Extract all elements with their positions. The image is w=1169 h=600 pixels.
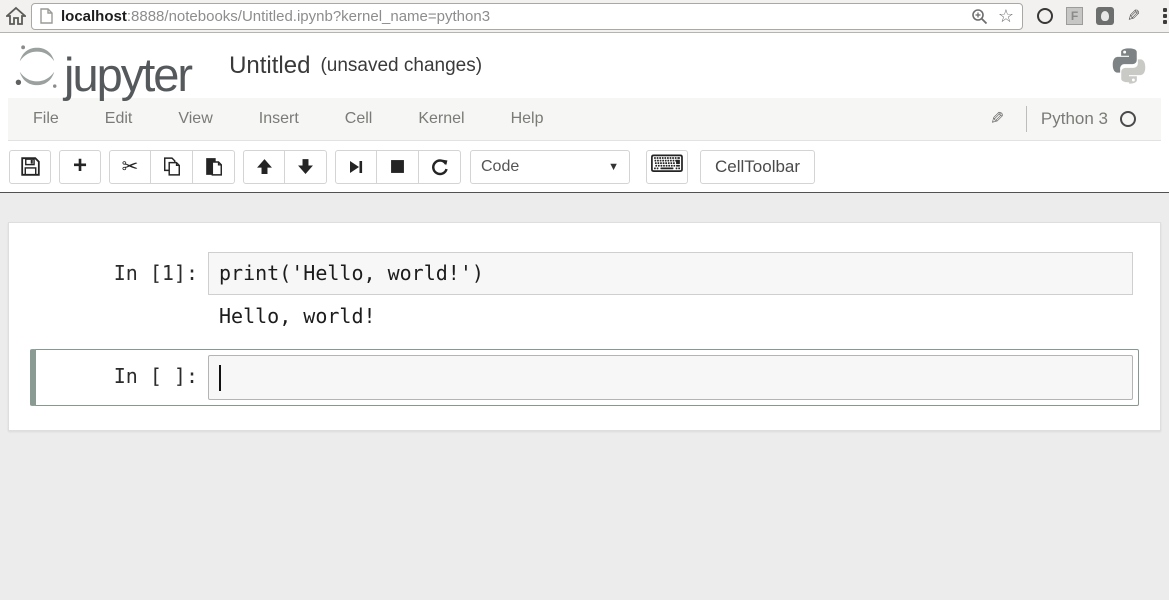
paste-cell-button[interactable]: [193, 150, 235, 184]
cell-type-dropdown[interactable]: Code ▼: [470, 150, 630, 184]
extension-circle-icon[interactable]: [1037, 8, 1053, 24]
cut-cell-button[interactable]: ✂: [109, 150, 151, 184]
menu-view[interactable]: View: [178, 110, 212, 128]
code-input-active[interactable]: [208, 355, 1133, 400]
arrow-down-icon: [297, 158, 314, 175]
input-prompt: In [1]:: [41, 252, 208, 285]
add-cell-button[interactable]: +: [59, 150, 101, 184]
browser-menu-icon[interactable]: [1163, 8, 1167, 24]
move-cell-up-button[interactable]: [243, 150, 285, 184]
arrow-up-icon: [256, 158, 273, 175]
menu-edit[interactable]: Edit: [105, 110, 133, 128]
menu-cell[interactable]: Cell: [345, 110, 373, 128]
extension-pencil-icon[interactable]: ✎: [1127, 6, 1140, 26]
address-bar[interactable]: localhost:8888/notebooks/Untitled.ipynb?…: [31, 3, 1023, 30]
cell-output: Hello, world!: [208, 304, 1133, 333]
home-button[interactable]: [6, 4, 26, 28]
interrupt-kernel-button[interactable]: [377, 150, 419, 184]
cell-type-value: Code: [481, 158, 608, 176]
save-icon: [21, 157, 40, 176]
browser-window: localhost:8888/notebooks/Untitled.ipynb?…: [0, 0, 1169, 600]
stop-icon: [390, 159, 405, 174]
edit-title-pencil-icon[interactable]: ✎: [990, 109, 1004, 129]
save-status: (unsaved changes): [320, 55, 482, 77]
code-input[interactable]: print('Hello, world!'): [208, 252, 1133, 295]
copy-icon: [163, 157, 181, 176]
copy-cell-button[interactable]: [151, 150, 193, 184]
text-cursor: [219, 365, 221, 391]
notebook-toolbar: + ✂: [0, 141, 1169, 193]
menu-insert[interactable]: Insert: [259, 110, 299, 128]
celltoolbar-button[interactable]: CellToolbar: [700, 150, 815, 184]
notebook-page: In [1]: print('Hello, world!') Hello, wo…: [0, 193, 1169, 600]
url-path: :8888/notebooks/Untitled.ipynb?kernel_na…: [127, 8, 490, 25]
code-text: print('Hello, world!'): [219, 261, 484, 285]
jupyter-logo[interactable]: jupyter: [14, 41, 191, 91]
home-icon: [6, 6, 26, 26]
kernel-name: Python 3: [1041, 109, 1108, 129]
kernel-idle-indicator: [1120, 111, 1136, 127]
code-cell-1[interactable]: In [1]: print('Hello, world!') Hello, wo…: [30, 246, 1139, 339]
menu-bar: File Edit View Insert Cell Kernel Help ✎…: [8, 98, 1161, 141]
save-button[interactable]: [9, 150, 51, 184]
menu-help[interactable]: Help: [511, 110, 544, 128]
jupyter-wordmark: jupyter: [64, 54, 191, 96]
divider: [1026, 106, 1027, 132]
code-cell-2-selected[interactable]: In [ ]:: [30, 349, 1139, 406]
url-text: localhost:8888/notebooks/Untitled.ipynb?…: [61, 8, 963, 25]
step-forward-icon: [348, 159, 364, 175]
scissors-icon: ✂: [122, 157, 139, 177]
input-prompt: In [ ]:: [41, 355, 208, 388]
extension-grid-icon[interactable]: F: [1066, 7, 1083, 25]
keyboard-icon: ⌨: [650, 153, 685, 177]
command-palette-button[interactable]: ⌨: [646, 150, 688, 184]
notebook-title[interactable]: Untitled: [229, 52, 310, 80]
run-cell-button[interactable]: [335, 150, 377, 184]
python-logo-icon: [1109, 45, 1149, 87]
zoom-icon[interactable]: [971, 8, 988, 25]
notebook-container: In [1]: print('Hello, world!') Hello, wo…: [8, 222, 1161, 431]
restart-kernel-button[interactable]: [419, 150, 461, 184]
extension-dark-icon[interactable]: [1096, 7, 1114, 25]
refresh-icon: [431, 158, 449, 176]
plus-icon: +: [73, 154, 87, 178]
notebook-header: jupyter Untitled (unsaved changes): [0, 33, 1169, 98]
move-cell-down-button[interactable]: [285, 150, 327, 184]
output-prompt: [41, 304, 208, 313]
page-icon: [40, 8, 53, 24]
dropdown-arrow-icon: ▼: [608, 161, 619, 173]
url-host: localhost: [61, 8, 127, 25]
menu-kernel[interactable]: Kernel: [418, 110, 464, 128]
jupyter-logo-icon: [14, 41, 60, 91]
browser-chrome: localhost:8888/notebooks/Untitled.ipynb?…: [0, 0, 1169, 33]
paste-icon: [205, 157, 223, 176]
menu-file[interactable]: File: [33, 110, 59, 128]
bookmark-star-icon[interactable]: ☆: [998, 7, 1014, 25]
